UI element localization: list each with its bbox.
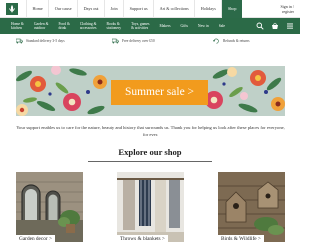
top-link-art-collections[interactable]: Art & collections (153, 0, 194, 18)
top-bar: Home Our cause Days out Join Support us … (0, 0, 300, 18)
free-delivery-info[interactable]: Free delivery over £50 (112, 36, 155, 46)
top-link-shop[interactable]: Shop (221, 0, 242, 18)
nav-item-sale[interactable]: Sale (214, 24, 230, 28)
nav-item-new-in[interactable]: New in (193, 24, 214, 28)
refunds-info[interactable]: Refunds & returns (213, 36, 250, 46)
basket-icon[interactable] (271, 22, 279, 30)
nav-item-food-drink[interactable]: Food & drink (53, 22, 74, 30)
search-icon[interactable] (256, 22, 264, 30)
national-trust-logo[interactable] (6, 3, 18, 15)
category-cards: Garden decor > Throws & blankets > Birds… (16, 172, 285, 250)
category-label: Garden decor > (16, 235, 55, 243)
delivery-info[interactable]: Standard delivery 3-5 days (16, 36, 65, 46)
explore-heading: Explore our shop (88, 145, 212, 162)
nav-item-garden-outdoor[interactable]: Garden & outdoor (29, 22, 54, 30)
summer-sale-banner[interactable]: Summer sale > (16, 66, 285, 116)
nav-item-label: New in (197, 23, 209, 28)
free-delivery-text: Free delivery over £50 (122, 39, 155, 43)
category-card-birds-wildlife[interactable]: Birds & Wildlife > (218, 172, 285, 250)
top-link-our-cause[interactable]: Our cause (48, 0, 77, 18)
shop-nav: Home & kitchen Garden & outdoor Food & drink C… (0, 18, 300, 34)
nav-item-books-stationery[interactable]: Books & stationery (102, 22, 127, 30)
nav-item-label: outdoor (33, 26, 46, 30)
returns-icon (213, 38, 219, 44)
top-links: Home Our cause Days out Join Support us … (26, 0, 242, 18)
intro-text: Your support enables us to care for the … (16, 125, 285, 137)
nav-item-label: Gifts (180, 23, 188, 28)
nav-item-gifts[interactable]: Gifts (176, 24, 193, 28)
nav-item-label: Sale (218, 23, 226, 28)
top-link-holidays[interactable]: Holidays (194, 0, 221, 18)
nav-item-label: kitchen (11, 26, 22, 30)
birds-wildlife-image (218, 172, 285, 242)
register-label: register (282, 9, 294, 14)
sign-in-link[interactable]: Sign in / register (280, 4, 294, 14)
delivery-truck-icon (112, 38, 119, 44)
throws-blankets-image (117, 172, 184, 242)
category-label: Birds & Wildlife > (218, 235, 264, 243)
nav-item-clothing-accessories[interactable]: Clothing & accessories (75, 22, 102, 30)
service-info-strip: Standard delivery 3-5 days Free delivery… (0, 36, 300, 46)
garden-decor-image (16, 172, 83, 242)
nav-item-label: Makers (159, 23, 171, 28)
category-label: Throws & blankets > (117, 235, 168, 243)
nav-item-label: accessories (79, 26, 97, 30)
top-link-days-out[interactable]: Days out (77, 0, 104, 18)
delivery-text: Standard delivery 3-5 days (26, 39, 65, 43)
nav-item-label: drink (58, 26, 67, 30)
nav-item-label: stationery (106, 26, 122, 30)
nav-item-label: & activities (131, 26, 149, 30)
top-link-home[interactable]: Home (26, 0, 48, 18)
menu-icon[interactable] (286, 22, 294, 30)
nav-item-toys-games-activities[interactable]: Toys, games & activities (126, 22, 154, 30)
category-card-throws-blankets[interactable]: Throws & blankets > (117, 172, 184, 250)
category-card-garden-decor[interactable]: Garden decor > (16, 172, 83, 250)
refunds-text: Refunds & returns (223, 39, 250, 43)
summer-sale-button[interactable]: Summer sale > (111, 80, 208, 105)
delivery-truck-icon (16, 38, 23, 44)
top-link-join[interactable]: Join (104, 0, 123, 18)
nav-item-makers[interactable]: Makers (154, 24, 175, 28)
nav-items: Home & kitchen Garden & outdoor Food & drink C… (6, 18, 230, 34)
nav-item-home-kitchen[interactable]: Home & kitchen (6, 22, 29, 30)
top-link-support-us[interactable]: Support us (123, 0, 153, 18)
